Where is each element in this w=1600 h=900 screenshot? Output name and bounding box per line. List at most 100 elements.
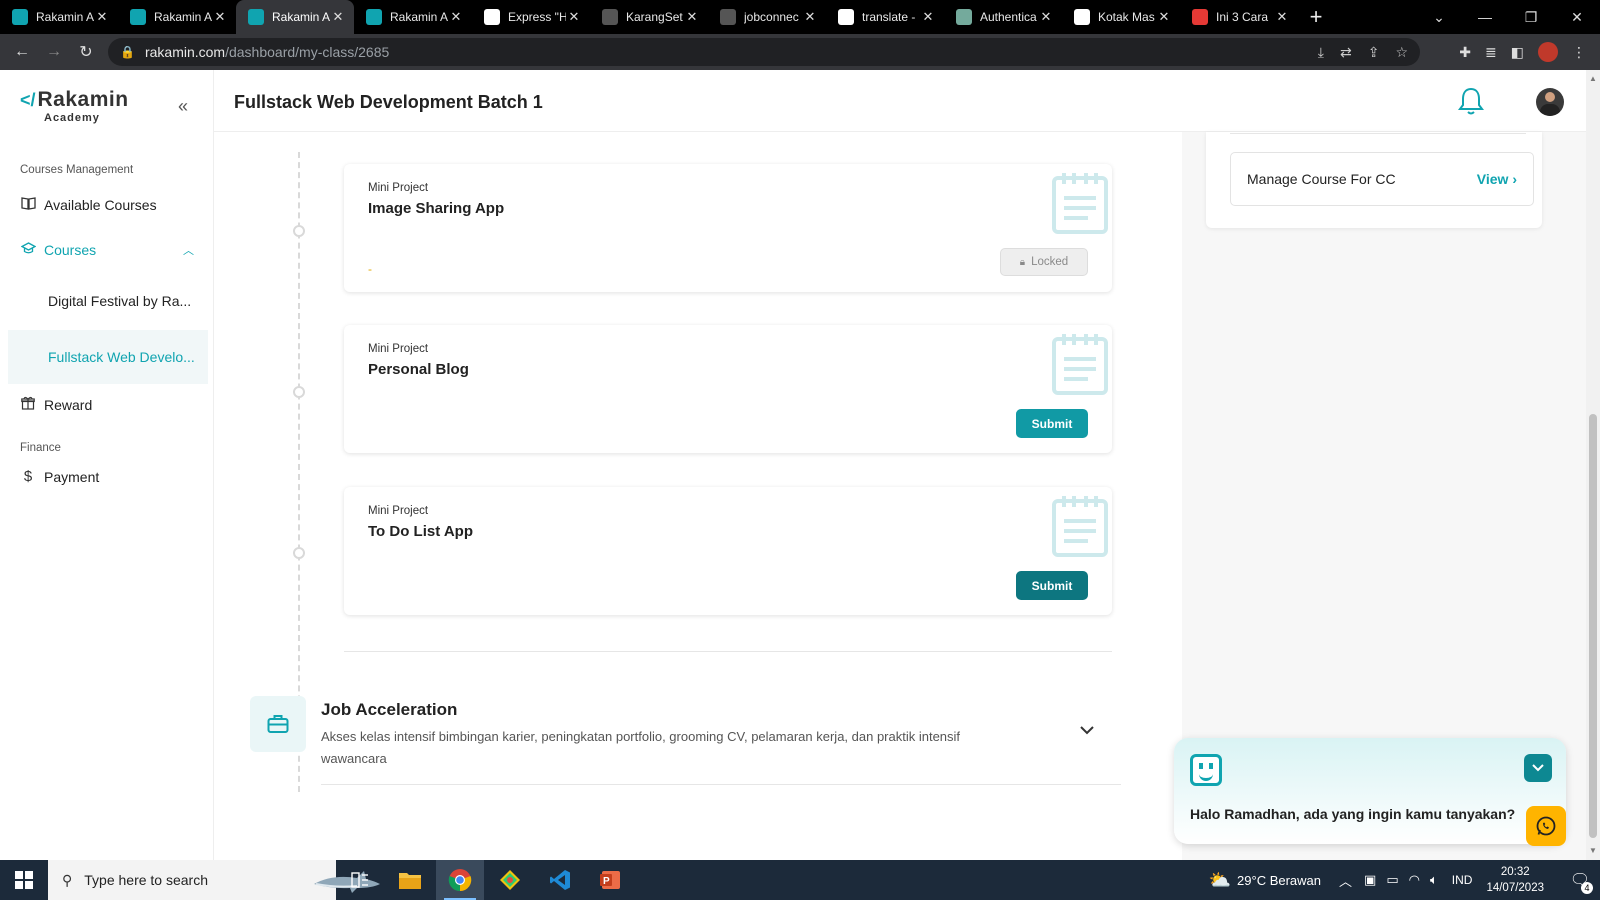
- tab-search-icon[interactable]: ⌄: [1416, 9, 1462, 26]
- close-window-button[interactable]: ✕: [1554, 9, 1600, 26]
- section-divider: [321, 784, 1121, 785]
- translate-icon[interactable]: ⇄: [1340, 44, 1352, 61]
- browser-tab-title: Rakamin A: [154, 10, 212, 24]
- lock-icon: 🔒︎: [1019, 256, 1026, 268]
- sidebar-item-label: Courses: [44, 242, 97, 258]
- file-explorer-icon[interactable]: [386, 860, 434, 900]
- chevron-up-icon[interactable]: ︿: [183, 242, 194, 258]
- minimize-button[interactable]: —: [1462, 9, 1508, 25]
- browser-tab[interactable]: Ini 3 Cara ✕: [1180, 0, 1298, 34]
- browser-tab[interactable]: Express "H ✕: [472, 0, 590, 34]
- scroll-up-icon[interactable]: ▲: [1589, 74, 1597, 83]
- back-icon[interactable]: ←: [6, 43, 38, 61]
- forward-icon[interactable]: →: [38, 43, 70, 61]
- menu-icon[interactable]: ⋮: [1572, 44, 1586, 61]
- browser-tab[interactable]: Rakamin A ✕: [0, 0, 118, 34]
- new-tab-button[interactable]: +: [1298, 4, 1334, 30]
- manage-course-row[interactable]: Manage Course For CC View ›: [1230, 152, 1534, 206]
- profile-avatar[interactable]: [1538, 42, 1558, 62]
- close-tab-icon[interactable]: ✕: [802, 9, 818, 25]
- meet-now-icon[interactable]: ▣: [1364, 872, 1376, 888]
- side-panel-icon[interactable]: ◧: [1511, 44, 1524, 61]
- view-link[interactable]: View ›: [1477, 171, 1517, 187]
- close-tab-icon[interactable]: ✕: [1274, 9, 1290, 25]
- browser-tab-title: Ini 3 Cara: [1216, 10, 1269, 24]
- notification-bell-icon[interactable]: [1458, 86, 1484, 116]
- chrome-icon[interactable]: [436, 860, 484, 900]
- weather-icon[interactable]: ⛅: [1209, 870, 1231, 891]
- share-icon[interactable]: ⇪: [1368, 44, 1380, 61]
- job-acceleration-title: Job Acceleration: [321, 700, 458, 719]
- close-tab-icon[interactable]: ✕: [1038, 9, 1054, 25]
- page-scrollbar[interactable]: ▲ ▼: [1586, 70, 1600, 860]
- course-actions-card: Manage Course For CC View ›: [1206, 132, 1542, 228]
- powerpoint-icon[interactable]: P: [586, 860, 634, 900]
- sidebar-item-courses[interactable]: Courses ︿: [20, 242, 200, 258]
- app-sidebar: </Rakamin Academy « Courses Management A…: [0, 70, 214, 860]
- chat-widget[interactable]: Halo Ramadhan, ada yang ingin kamu tanya…: [1174, 738, 1566, 844]
- volume-icon[interactable]: 🔈︎: [1430, 872, 1438, 888]
- bookmark-star-icon[interactable]: ☆: [1395, 44, 1408, 61]
- submit-button[interactable]: Submit: [1016, 571, 1088, 600]
- browser-tab[interactable]: KarangSet ✕: [590, 0, 708, 34]
- clock[interactable]: 20:32 14/07/2023: [1486, 864, 1544, 896]
- project-card-personal-blog[interactable]: Mini Project Personal Blog Submit: [344, 325, 1112, 453]
- project-card-image-sharing[interactable]: Mini Project Image Sharing App - 🔒︎ Lock…: [344, 164, 1112, 292]
- restore-button[interactable]: ❐: [1508, 9, 1554, 26]
- rakamin-logo[interactable]: </Rakamin Academy: [20, 88, 129, 124]
- scroll-thumb[interactable]: [1589, 414, 1597, 838]
- sidebar-course-digital-festival[interactable]: Digital Festival by Ra...: [8, 274, 208, 328]
- install-icon[interactable]: ⤓: [1318, 44, 1324, 61]
- language-indicator[interactable]: IND: [1452, 873, 1473, 887]
- browser-tab[interactable]: Rakamin A ✕: [118, 0, 236, 34]
- browser-tab[interactable]: Authentica ✕: [944, 0, 1062, 34]
- close-tab-icon[interactable]: ✕: [448, 9, 464, 25]
- sidebar-item-reward[interactable]: Reward: [20, 396, 200, 413]
- project-title: To Do List App: [368, 523, 473, 540]
- extensions-icon[interactable]: ✚: [1459, 44, 1471, 61]
- user-avatar[interactable]: [1536, 88, 1564, 116]
- submit-button[interactable]: Submit: [1016, 409, 1088, 438]
- close-tab-icon[interactable]: ✕: [330, 9, 346, 25]
- vscode-icon[interactable]: [536, 860, 584, 900]
- chat-minimize-button[interactable]: [1524, 754, 1552, 782]
- sidebar-item-payment[interactable]: $ Payment: [20, 468, 200, 485]
- project-kind: Mini Project: [368, 343, 429, 355]
- notification-center-icon[interactable]: 🗨︎ 4: [1560, 870, 1600, 894]
- close-tab-icon[interactable]: ✕: [212, 9, 228, 25]
- view-label: View: [1476, 171, 1509, 187]
- browser-tab-title: translate -: [862, 10, 916, 24]
- task-view-icon[interactable]: [336, 860, 384, 900]
- close-tab-icon[interactable]: ✕: [684, 9, 700, 25]
- taskbar-search[interactable]: ⚲ Type here to search: [48, 860, 380, 900]
- window-controls: ⌄ — ❐ ✕: [1416, 0, 1600, 34]
- reload-icon[interactable]: ↻: [70, 42, 102, 62]
- gitkraken-icon[interactable]: [486, 860, 534, 900]
- battery-icon[interactable]: ▭: [1386, 872, 1398, 888]
- close-tab-icon[interactable]: ✕: [94, 9, 110, 25]
- scroll-down-icon[interactable]: ▼: [1589, 846, 1597, 855]
- weather-text[interactable]: 29°C Berawan: [1237, 873, 1321, 888]
- chevron-up-icon[interactable]: ︿: [1339, 871, 1352, 890]
- sidebar-item-available-courses[interactable]: Available Courses: [20, 196, 200, 213]
- job-acceleration-section[interactable]: Job Acceleration Akses kelas intensif bi…: [250, 692, 1130, 786]
- project-card-todo-list[interactable]: Mini Project To Do List App Submit: [344, 487, 1112, 615]
- browser-tab[interactable]: translate - ✕: [826, 0, 944, 34]
- wifi-icon[interactable]: ◠: [1409, 872, 1420, 888]
- windows-start-button[interactable]: [0, 860, 48, 900]
- address-bar[interactable]: 🔒 rakamin.com/dashboard/my-class/2685 ⤓ …: [108, 38, 1420, 66]
- browser-tab[interactable]: Kotak Mas ✕: [1062, 0, 1180, 34]
- whatsapp-button[interactable]: [1526, 806, 1566, 846]
- close-tab-icon[interactable]: ✕: [566, 9, 582, 25]
- browser-tab-title: Kotak Mas: [1098, 10, 1155, 24]
- browser-tab[interactable]: jobconnec ✕: [708, 0, 826, 34]
- chevron-down-icon[interactable]: [1080, 722, 1094, 738]
- sidebar-course-fullstack[interactable]: Fullstack Web Develo...: [8, 330, 208, 384]
- browser-tab[interactable]: Rakamin A ✕: [354, 0, 472, 34]
- close-tab-icon[interactable]: ✕: [1156, 9, 1172, 25]
- collapse-sidebar-icon[interactable]: «: [178, 96, 188, 117]
- browser-tab[interactable]: Rakamin A ✕: [236, 0, 354, 34]
- close-tab-icon[interactable]: ✕: [920, 9, 936, 25]
- reading-list-icon[interactable]: ≣: [1485, 44, 1497, 61]
- project-title: Image Sharing App: [368, 200, 505, 217]
